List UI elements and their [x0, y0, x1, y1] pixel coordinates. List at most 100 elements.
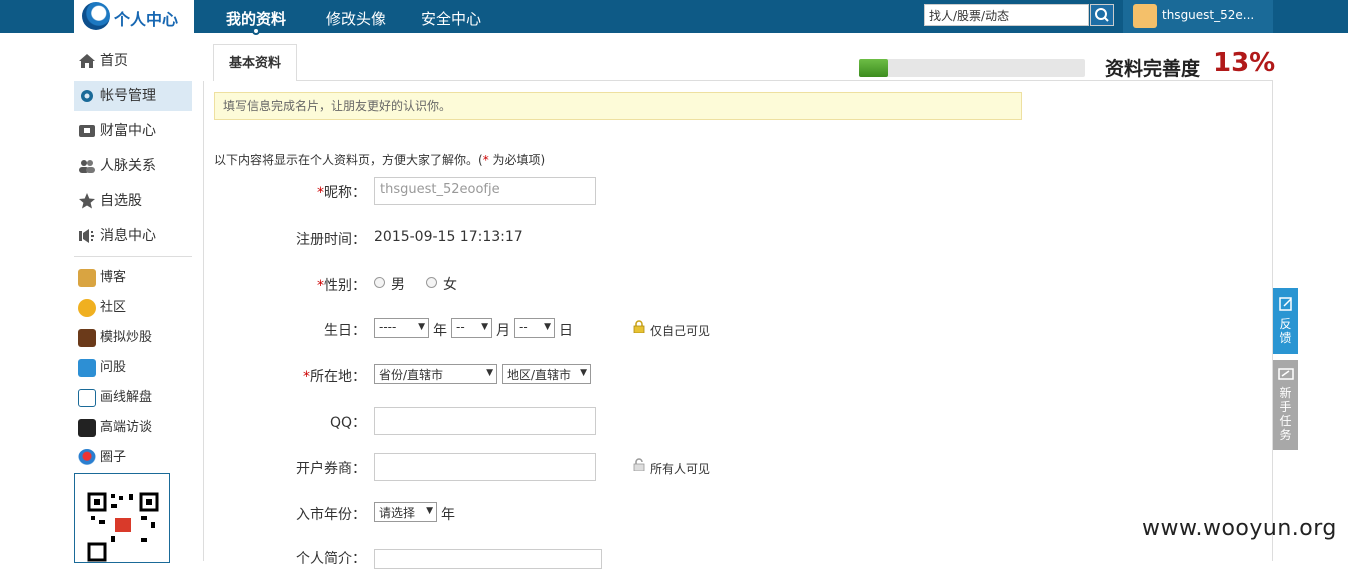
- location-label: *所在地：: [203, 366, 366, 386]
- simulated-trading-icon: [78, 329, 96, 347]
- sidebar-app-label: 社区: [100, 300, 127, 315]
- unlock-icon[interactable]: [633, 458, 645, 471]
- birth-month-value: --: [456, 320, 465, 334]
- gender-label: *性别：: [203, 275, 366, 295]
- nickname-input[interactable]: thsguest_52eoofje: [374, 177, 596, 205]
- sidebar-item-label: 帐号管理: [100, 88, 156, 104]
- month-unit: 月: [496, 323, 510, 339]
- newbie-task-button[interactable]: 新手任务: [1273, 360, 1298, 450]
- sidebar-app-circle[interactable]: 圈子: [74, 444, 192, 472]
- username: thsguest_52e...: [1162, 8, 1255, 22]
- logo-mark-icon: [82, 2, 110, 30]
- bio-label: 个人简介：: [296, 551, 366, 567]
- sidebar-item-label: 自选股: [100, 193, 142, 209]
- province-value: 省份/直辖市: [379, 368, 444, 382]
- market-year-value: 请选择: [379, 506, 416, 520]
- intro-text: 以下内容将显示在个人资料页，方便大家了解你。(: [214, 153, 483, 167]
- sidebar-app-drawing[interactable]: 画线解盘: [74, 384, 192, 412]
- privacy-public-label[interactable]: 所有人可见: [650, 460, 710, 477]
- qq-input[interactable]: [374, 407, 596, 435]
- top-navbar: 个人中心 我的资料 修改头像 安全中心 找人/股票/动态 thsguest_52…: [0, 0, 1348, 35]
- sidebar-app-label: 圈子: [100, 450, 127, 465]
- user-menu[interactable]: thsguest_52e...: [1123, 0, 1273, 33]
- sidebar-app-interview[interactable]: 高端访谈: [74, 414, 192, 442]
- sidebar-item-messages[interactable]: 消息中心: [74, 221, 192, 251]
- notice-banner: 填写信息完成名片，让朋友更好的认识你。: [214, 92, 1022, 120]
- logo[interactable]: 个人中心: [74, 0, 194, 33]
- sidebar-app-label: 高端访谈: [100, 420, 153, 435]
- chevron-down-icon: ▼: [481, 322, 488, 332]
- active-nav-indicator: [252, 27, 260, 35]
- regtime-label: 注册时间：: [296, 232, 366, 248]
- sidebar-app-label: 画线解盘: [100, 390, 153, 405]
- sidebar-divider: [74, 256, 192, 257]
- nickname-label: *昵称：: [203, 182, 366, 202]
- required-mark: *: [317, 278, 324, 294]
- sidebar-app-ask-stock[interactable]: 问股: [74, 354, 192, 382]
- logo-text: 个人中心: [114, 10, 179, 29]
- nav-my-profile[interactable]: 我的资料: [226, 8, 286, 29]
- nav-security-center[interactable]: 安全中心: [421, 8, 481, 29]
- home-icon: [79, 54, 95, 68]
- sidebar-app-label: 问股: [100, 360, 127, 375]
- sidebar-app-label: 模拟炒股: [100, 330, 153, 345]
- sidebar-item-label: 财富中心: [100, 123, 156, 139]
- nickname-label-text: 昵称：: [324, 185, 366, 201]
- sidebar-item-watchlist[interactable]: 自选股: [74, 186, 192, 216]
- gender-female-label: 女: [443, 277, 457, 293]
- birth-day-value: --: [519, 320, 528, 334]
- day-unit: 日: [559, 323, 573, 339]
- interview-icon: [78, 419, 96, 437]
- sidebar-item-wealth[interactable]: 财富中心: [74, 116, 192, 146]
- qq-label: QQ：: [329, 415, 366, 431]
- qr-code-icon: [87, 492, 159, 562]
- question-icon: [78, 359, 96, 377]
- region-select[interactable]: 地区/直辖市 ▼: [502, 364, 591, 384]
- birth-year-value: ----: [379, 320, 397, 334]
- feedback-button[interactable]: 反馈: [1273, 288, 1298, 354]
- sidebar-item-contacts[interactable]: 人脉关系: [74, 151, 192, 181]
- chevron-down-icon: ▼: [544, 322, 551, 332]
- birth-day-select[interactable]: -- ▼: [514, 318, 555, 338]
- birth-year-select[interactable]: ---- ▼: [374, 318, 429, 338]
- gear-icon: [81, 90, 93, 102]
- birth-month-select[interactable]: -- ▼: [451, 318, 492, 338]
- chart-drawing-icon: [78, 389, 96, 407]
- tab-basic-info[interactable]: 基本资料: [213, 44, 297, 81]
- sidebar-item-label: 首页: [100, 53, 128, 69]
- sidebar-item-label: 人脉关系: [100, 158, 156, 174]
- profile-completion-bar: [859, 59, 1085, 77]
- star-icon: [79, 193, 95, 209]
- required-mark: *: [303, 369, 310, 385]
- community-icon: [78, 299, 96, 317]
- gender-female-radio[interactable]: [426, 277, 437, 288]
- search-button[interactable]: [1090, 4, 1114, 26]
- sidebar-item-account[interactable]: 帐号管理: [74, 81, 192, 111]
- gender-label-text: 性别：: [324, 278, 366, 294]
- wallet-icon: [79, 125, 95, 137]
- circle-icon: [78, 449, 96, 467]
- sidebar-app-community[interactable]: 社区: [74, 294, 192, 322]
- privacy-private-label[interactable]: 仅自己可见: [650, 322, 710, 339]
- blog-icon: [78, 269, 96, 287]
- broker-input[interactable]: [374, 453, 596, 481]
- sidebar-item-home[interactable]: 首页: [74, 46, 192, 76]
- region-value: 地区/直辖市: [507, 368, 572, 382]
- intro-text-suffix: 为必填项): [488, 153, 546, 167]
- sidebar-app-label: 博客: [100, 270, 127, 285]
- required-mark: *: [317, 185, 324, 201]
- search-input[interactable]: 找人/股票/动态: [924, 4, 1089, 26]
- market-year-label: 入市年份：: [296, 507, 366, 523]
- bio-input[interactable]: [374, 549, 602, 569]
- lock-icon[interactable]: [633, 320, 645, 333]
- market-year-select[interactable]: 请选择 ▼: [374, 502, 437, 522]
- gender-male-radio[interactable]: [374, 277, 385, 288]
- sidebar-app-simulated-trading[interactable]: 模拟炒股: [74, 324, 192, 352]
- feedback-label: 反馈: [1279, 317, 1292, 345]
- nav-change-avatar[interactable]: 修改头像: [326, 8, 386, 29]
- chevron-down-icon: ▼: [580, 368, 587, 378]
- sidebar-app-blog[interactable]: 博客: [74, 264, 192, 292]
- province-select[interactable]: 省份/直辖市 ▼: [374, 364, 497, 384]
- edit-icon: [1278, 297, 1292, 311]
- form-intro: 以下内容将显示在个人资料页，方便大家了解你。(* 为必填项): [214, 151, 545, 168]
